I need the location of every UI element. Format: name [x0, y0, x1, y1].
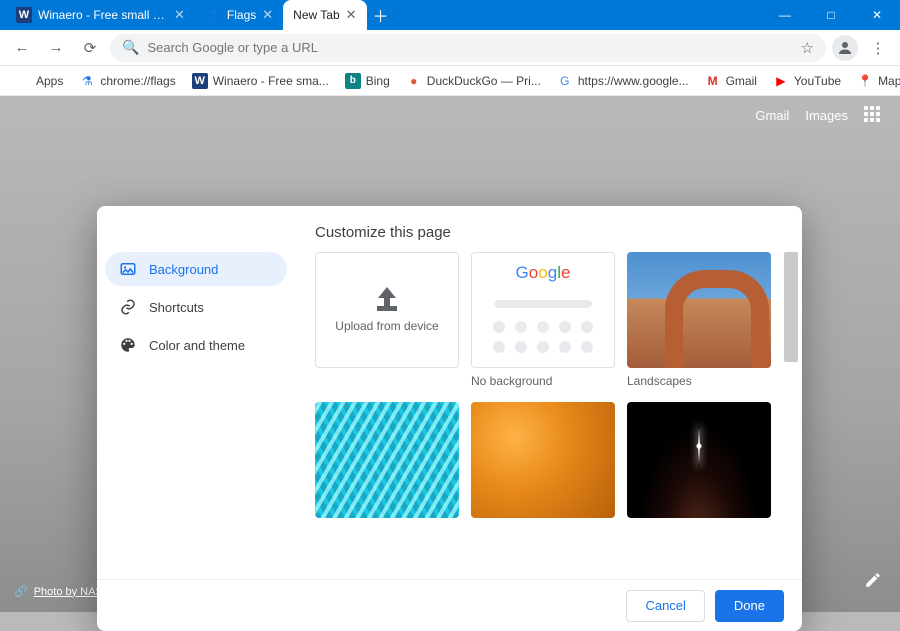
sidebar-item-label: Color and theme: [149, 338, 245, 353]
browser-toolbar: ← → ⟳ 🔍 ☆ ⋮: [0, 30, 900, 66]
youtube-icon: ▶: [773, 73, 789, 89]
close-icon[interactable]: ✕: [262, 7, 273, 23]
search-icon: 🔍: [122, 39, 139, 56]
new-tab-button[interactable]: ＋: [367, 0, 395, 30]
sidebar-item-color[interactable]: Color and theme: [105, 328, 287, 362]
tile-label: Upload from device: [335, 319, 438, 333]
landscape-thumbnail: [627, 252, 771, 368]
window-controls: — □ ✕: [762, 0, 900, 30]
bookmark-label: chrome://flags: [100, 74, 175, 88]
reload-button[interactable]: ⟳: [76, 34, 104, 62]
google-apps-icon[interactable]: [864, 106, 882, 124]
palette-icon: [119, 336, 137, 354]
maps-icon: 📍: [857, 73, 873, 89]
scrollbar[interactable]: [784, 252, 798, 529]
tile-earth[interactable]: [627, 402, 771, 518]
done-button[interactable]: Done: [715, 590, 784, 622]
google-logo-icon: Google: [486, 263, 600, 283]
tile-caption: Landscapes: [627, 374, 771, 390]
sidebar-item-label: Shortcuts: [149, 300, 204, 315]
tab-strip: W Winaero - Free small and useful s ✕ ⚗ …: [0, 0, 762, 30]
tile-textures[interactable]: [315, 402, 459, 518]
duck-icon: ●: [406, 73, 422, 89]
tab-title: New Tab: [293, 8, 339, 22]
gmail-icon: M: [705, 73, 721, 89]
profile-button[interactable]: [832, 35, 858, 61]
tab-newtab[interactable]: New Tab ✕: [283, 0, 366, 30]
link-icon: 🔗: [14, 585, 28, 598]
tab-flags[interactable]: ⚗ Flags ✕: [195, 0, 283, 30]
back-button[interactable]: ←: [8, 34, 36, 62]
window-titlebar: W Winaero - Free small and useful s ✕ ⚗ …: [0, 0, 900, 30]
pencil-icon: [864, 571, 882, 589]
flask-icon: ⚗: [79, 73, 95, 89]
bing-icon: b: [345, 73, 361, 89]
bookmark-youtube[interactable]: ▶ YouTube: [766, 70, 848, 92]
image-icon: [119, 260, 137, 278]
tab-winaero[interactable]: W Winaero - Free small and useful s ✕: [6, 0, 195, 30]
forward-button[interactable]: →: [42, 34, 70, 62]
tile-no-background[interactable]: Google No background: [471, 252, 615, 390]
favicon-w-icon: W: [16, 7, 32, 23]
apps-icon: [15, 73, 31, 89]
orange-thumbnail: [471, 402, 615, 518]
close-window-button[interactable]: ✕: [854, 0, 900, 30]
menu-button[interactable]: ⋮: [864, 34, 892, 62]
address-input[interactable]: [147, 40, 792, 55]
sidebar-item-shortcuts[interactable]: Shortcuts: [105, 290, 287, 324]
space-thumbnail: [627, 402, 771, 518]
bookmark-winaero[interactable]: W Winaero - Free sma...: [185, 70, 336, 92]
maximize-button[interactable]: □: [808, 0, 854, 30]
dialog-sidebar: Background Shortcuts Color and theme: [97, 206, 297, 579]
customize-button[interactable]: [864, 571, 882, 594]
bookmark-flags[interactable]: ⚗ chrome://flags: [72, 70, 182, 92]
bookmark-star-icon[interactable]: ☆: [801, 39, 814, 57]
bookmark-gmail[interactable]: M Gmail: [698, 70, 764, 92]
tab-title: Flags: [227, 8, 256, 22]
bookmark-label: https://www.google...: [578, 74, 689, 88]
close-icon[interactable]: ✕: [346, 7, 357, 23]
gmail-link[interactable]: Gmail: [755, 108, 789, 123]
cancel-button[interactable]: Cancel: [626, 590, 704, 622]
bookmark-label: YouTube: [794, 74, 841, 88]
tile-upload[interactable]: Upload from device: [315, 252, 459, 390]
bookmark-label: Bing: [366, 74, 390, 88]
scroll-thumb[interactable]: [784, 252, 798, 362]
w-icon: W: [192, 73, 208, 89]
ntp-top-links: Gmail Images: [755, 106, 882, 124]
sidebar-item-background[interactable]: Background: [105, 252, 287, 286]
tab-title: Winaero - Free small and useful s: [38, 8, 168, 22]
sidebar-item-label: Background: [149, 262, 218, 277]
bookmark-label: Gmail: [726, 74, 757, 88]
bookmark-duckduckgo[interactable]: ● DuckDuckGo — Pri...: [399, 70, 548, 92]
bookmark-apps[interactable]: Apps: [8, 70, 70, 92]
bookmark-label: Winaero - Free sma...: [213, 74, 329, 88]
dialog-footer: Cancel Done: [97, 579, 802, 631]
link-icon: [119, 298, 137, 316]
upload-icon: [375, 287, 399, 311]
bookmark-maps[interactable]: 📍 Maps: [850, 70, 900, 92]
minimize-button[interactable]: —: [762, 0, 808, 30]
bookmark-label: DuckDuckGo — Pri...: [427, 74, 541, 88]
background-grid: Upload from device Google No backg: [297, 206, 802, 579]
texture-thumbnail: [315, 402, 459, 518]
favicon-flask-icon: ⚗: [205, 7, 221, 23]
images-link[interactable]: Images: [805, 108, 848, 123]
bookmark-bing[interactable]: b Bing: [338, 70, 397, 92]
tile-caption: No background: [471, 374, 615, 390]
person-icon: [836, 39, 854, 57]
google-g-icon: G: [557, 73, 573, 89]
close-icon[interactable]: ✕: [174, 7, 185, 23]
bookmark-google[interactable]: Ghttps://www.google...: [550, 70, 696, 92]
no-bg-preview: Google: [472, 253, 614, 367]
customize-dialog: Customize this page Background Shortcuts…: [97, 206, 802, 631]
new-tab-page: Gmail Images Google Chro... Web Store Ad…: [0, 96, 900, 612]
tile-life[interactable]: [471, 402, 615, 518]
bookmark-label: Apps: [36, 74, 63, 88]
bookmarks-bar: Apps ⚗ chrome://flags W Winaero - Free sma…: [0, 66, 900, 96]
tile-landscapes[interactable]: Landscapes: [627, 252, 771, 390]
bookmark-label: Maps: [878, 74, 900, 88]
omnibox[interactable]: 🔍 ☆: [110, 34, 826, 62]
